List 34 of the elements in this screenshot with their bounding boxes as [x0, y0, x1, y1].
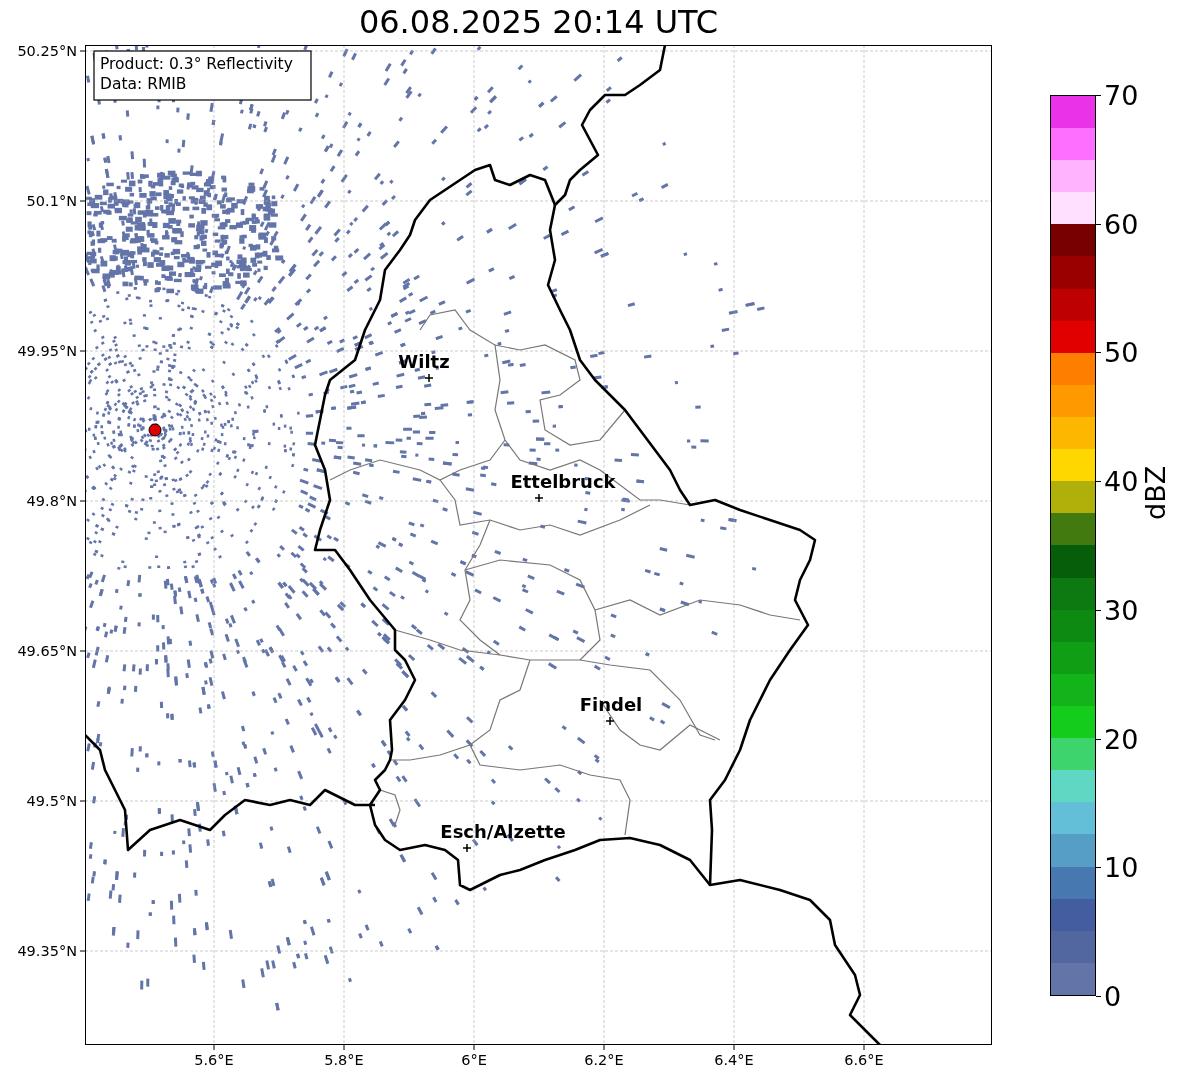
colorbar-tick-label: 30: [1104, 596, 1139, 624]
axis-tick-label: 6.2°E: [584, 1052, 624, 1068]
city-marker-icon: [462, 843, 472, 853]
colorbar-tick-label: 20: [1104, 725, 1139, 753]
axis-tick-label: 49.35°N: [17, 943, 77, 959]
axis-tick-label: 49.5°N: [26, 793, 77, 809]
info-text: Product: 0.3° Reflectivity: [100, 55, 293, 73]
city-label: Esch/Alzette: [440, 821, 566, 842]
radar-site-marker: [148, 423, 162, 437]
colorbar-tick-label: 40: [1104, 467, 1139, 495]
city-label: Wiltz: [398, 351, 450, 372]
axis-tick-label: 49.65°N: [17, 643, 77, 659]
colorbar-tick-label: 50: [1104, 338, 1139, 366]
city-marker-icon: [605, 716, 615, 726]
axis-tick-label: 49.8°N: [26, 493, 77, 509]
city-label: Ettelbruck: [510, 471, 616, 492]
axis-tick-label: 5.8°E: [324, 1052, 364, 1068]
city-marker-icon: [534, 493, 544, 503]
colorbar-tick-label: 0: [1104, 982, 1122, 1010]
axis-tick-label: 6°E: [461, 1052, 487, 1068]
city-marker-icon: [424, 373, 434, 383]
axis-tick-label: 6.4°E: [714, 1052, 754, 1068]
axis-tick-label: 5.6°E: [194, 1052, 234, 1068]
axis-tick-label: 6.6°E: [844, 1052, 884, 1068]
info-text: Data: RMIB: [100, 75, 187, 93]
axis-tick-label: 50.25°N: [17, 45, 77, 59]
colorbar-tick-label: 70: [1104, 81, 1139, 109]
city-label: Findel: [579, 694, 643, 715]
colorbar-tick-label: 60: [1104, 210, 1139, 238]
axis-tick-label: 50.1°N: [26, 193, 77, 209]
colorbar-label: dBZ: [1140, 465, 1171, 520]
colorbar-tick-label: 10: [1104, 853, 1139, 881]
axis-tick-label: 49.95°N: [17, 343, 77, 359]
chart-title: 06.08.2025 20:14 UTC: [357, 2, 720, 43]
